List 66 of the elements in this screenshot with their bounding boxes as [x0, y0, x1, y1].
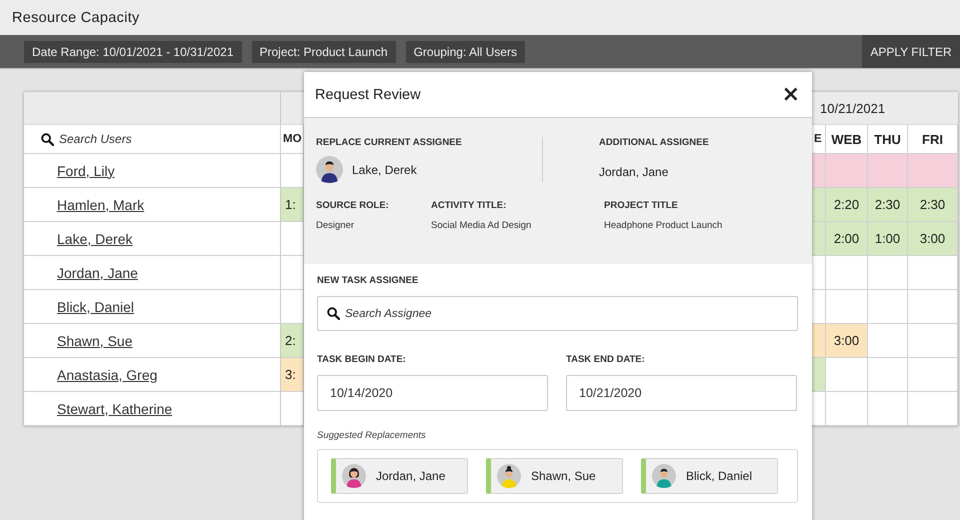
detail-value: Headphone Product Launch: [604, 220, 722, 231]
user-link[interactable]: Jordan, Jane: [57, 264, 138, 280]
person-avatar-icon: [497, 464, 521, 488]
user-link[interactable]: Hamlen, Mark: [57, 196, 144, 212]
table-cell: [908, 290, 958, 324]
suggested-label: Suggested Replacements: [317, 430, 427, 441]
dialog-title: Request Review: [315, 86, 421, 102]
field-label: TASK END DATE:: [566, 354, 646, 365]
table-cell: 1:: [281, 188, 304, 222]
table-cell: [908, 324, 958, 358]
page-title: Resource Capacity: [12, 10, 140, 26]
user-link[interactable]: Ford, Lily: [57, 162, 115, 178]
apply-filter-button[interactable]: APPLY FILTER: [862, 35, 960, 68]
date-heading: 10/21/2021: [812, 92, 958, 125]
filter-chip[interactable]: Project: Product Launch: [252, 40, 396, 62]
section-label: REPLACE CURRENT ASSIGNEE: [316, 137, 463, 148]
user-link[interactable]: Blick, Daniel: [57, 298, 134, 314]
table-cell: 3:00: [908, 222, 958, 256]
close-button[interactable]: ×: [780, 84, 802, 106]
table-cell: 2:20: [826, 188, 868, 222]
search-assignee-field[interactable]: Search Assignee: [317, 296, 798, 331]
field-label: NEW TASK ASSIGNEE: [317, 275, 420, 286]
filter-chip[interactable]: Date Range: 10/01/2021 - 10/31/2021: [24, 40, 242, 62]
field-label: TASK BEGIN DATE:: [317, 354, 407, 365]
user-link[interactable]: Stewart, Katherine: [57, 400, 172, 416]
table-cell: [868, 290, 908, 324]
table-cell: [868, 392, 908, 426]
search-icon: [327, 307, 340, 320]
search-users-field[interactable]: Search Users: [59, 132, 132, 146]
table-cell: [868, 324, 908, 358]
table-cell: 2:30: [908, 188, 958, 222]
section-label: ADDITIONAL ASSIGNEE: [599, 137, 709, 148]
detail-label: ACTIVITY TITLE:: [431, 200, 508, 211]
replacement-card[interactable]: Shawn, Sue: [486, 458, 623, 494]
user-link[interactable]: Anastasia, Greg: [57, 366, 158, 382]
assignee-name: Jordan, Jane: [599, 165, 670, 179]
detail-value: Social Media Ad Design: [431, 220, 532, 231]
replacement-card[interactable]: Blick, Daniel: [641, 458, 778, 494]
table-cell: [868, 256, 908, 290]
table-cell: [908, 392, 958, 426]
table-cell: [826, 358, 868, 392]
filter-chip[interactable]: Grouping: All Users: [406, 40, 525, 62]
replacement-card[interactable]: Jordan, Jane: [331, 458, 468, 494]
table-cell: 3:: [281, 358, 304, 392]
detail-label: SOURCE ROLE:: [316, 200, 390, 211]
assignee-name: Lake, Derek: [352, 162, 417, 176]
table-cell: 3:00: [826, 324, 868, 358]
table-cell: [908, 358, 958, 392]
detail-label: PROJECT TITLE: [604, 200, 679, 211]
table-cell: [908, 256, 958, 290]
search-icon: [41, 132, 54, 146]
user-link[interactable]: Shawn, Sue: [57, 332, 132, 348]
table-cell: [826, 256, 868, 290]
detail-value: Designer: [316, 220, 356, 231]
table-cell: [868, 358, 908, 392]
date-field[interactable]: 10/14/2020: [317, 375, 548, 411]
table-cell: 2:: [281, 324, 304, 358]
person-avatar-icon: [316, 156, 343, 183]
person-avatar-icon: [342, 464, 366, 488]
table-cell: 2:00: [826, 222, 868, 256]
table-cell: 2:30: [868, 188, 908, 222]
person-avatar-icon: [652, 464, 676, 488]
table-cell: [826, 392, 868, 426]
user-link[interactable]: Lake, Derek: [57, 230, 132, 246]
date-field[interactable]: 10/21/2020: [566, 375, 797, 411]
table-cell: 1:00: [868, 222, 908, 256]
